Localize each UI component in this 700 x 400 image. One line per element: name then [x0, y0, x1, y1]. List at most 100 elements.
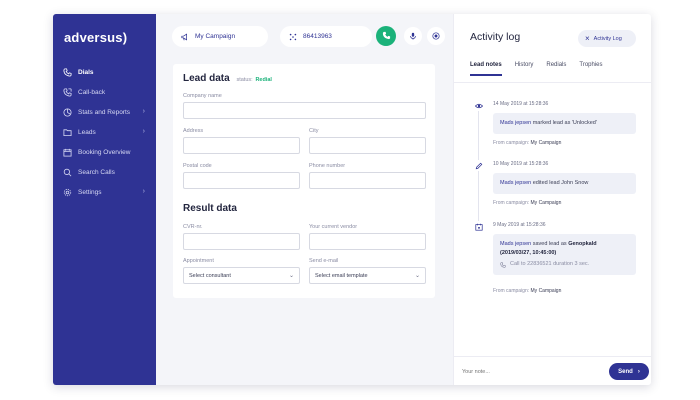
tab-lead-notes[interactable]: Lead notes	[470, 62, 502, 76]
sidebar-item-label: Leads	[78, 128, 96, 136]
lead-card: Lead data status: Redial Company name Ad…	[173, 64, 435, 298]
from-campaign-value: My Campaign	[530, 200, 562, 206]
timeline-entry-campaign: From campaign: My Campaign	[493, 288, 561, 294]
tab-trophies[interactable]: Trophies	[579, 62, 602, 76]
sidebar-item-label: Settings	[78, 188, 102, 196]
sidebar-item-booking-overview[interactable]: Booking Overview	[53, 142, 156, 162]
entry-target: Genopkald	[568, 241, 597, 247]
call-button[interactable]	[376, 26, 396, 46]
sidebar-item-settings[interactable]: Settings ›	[53, 182, 156, 202]
eye-icon	[473, 100, 484, 111]
email-template-select-value: Select email template	[315, 272, 368, 279]
from-campaign-label: From campaign:	[493, 200, 530, 206]
company-name-label: Company name	[183, 93, 222, 99]
phone-icon	[63, 67, 72, 77]
company-name-input[interactable]	[183, 102, 426, 119]
entry-action: saved lead as	[532, 241, 567, 247]
chart-pie-icon	[63, 107, 72, 117]
record-button[interactable]	[427, 27, 445, 45]
sidebar-nav: Dials Call-back Stats and Reports › Lead…	[53, 62, 156, 202]
cvr-label: CVR-nr.	[183, 224, 203, 230]
postal-code-input[interactable]	[183, 172, 300, 189]
record-icon	[432, 27, 440, 45]
sidebar-item-label: Stats and Reports	[78, 108, 131, 116]
phone-icon	[382, 27, 391, 45]
tab-redials[interactable]: Redials	[546, 62, 566, 76]
campaign-selector[interactable]: My Campaign	[172, 26, 268, 47]
send-label: Send	[618, 368, 633, 375]
sidebar-item-label: Search Calls	[78, 168, 115, 176]
close-icon[interactable]: ×	[585, 34, 590, 43]
app-window: adversus) Dials Call-back Stats and Repo…	[53, 14, 651, 385]
address-label: Address	[183, 128, 204, 134]
timeline-entry-time: 9 May 2019 at 15:28:36	[493, 222, 546, 228]
entry-action: marked lead as 'Unlocked'	[532, 120, 597, 126]
email-template-select[interactable]: Select email template ⌄	[309, 267, 426, 284]
entry-user[interactable]: Mads jepsen	[500, 180, 531, 186]
chevron-right-icon: ›	[142, 188, 145, 195]
activity-tabs: Lead notes History Redials Trophies	[470, 62, 616, 76]
note-input[interactable]	[462, 366, 602, 378]
sidebar-item-label: Booking Overview	[78, 148, 131, 156]
cvr-input[interactable]	[183, 233, 300, 250]
timeline-entry-time: 14 May 2019 at 15:28:36	[493, 101, 549, 107]
send-button[interactable]: Send ›	[609, 363, 649, 380]
megaphone-icon	[181, 33, 189, 41]
tab-history[interactable]: History	[515, 62, 534, 76]
phone-number-label: Phone number	[309, 163, 346, 169]
sidebar-item-search-calls[interactable]: Search Calls	[53, 162, 156, 182]
timeline-entry-time: 10 May 2019 at 15:28:36	[493, 161, 549, 167]
phone-callback-icon	[63, 87, 72, 97]
timeline-entry-note: Mads jepsen edited lead John Snow	[493, 173, 636, 194]
sidebar-item-stats-and-reports[interactable]: Stats and Reports ›	[53, 102, 156, 122]
top-bar: My Campaign 86413963	[156, 14, 453, 59]
timeline-entry-campaign: From campaign: My Campaign	[493, 200, 561, 206]
chevron-right-icon: ›	[142, 108, 145, 115]
chevron-down-icon: ⌄	[414, 273, 420, 279]
entry-action: edited lead	[532, 180, 560, 186]
entry-user[interactable]: Mads jepsen	[500, 120, 531, 126]
sidebar-item-leads[interactable]: Leads ›	[53, 122, 156, 142]
appointment-label: Appointment	[183, 258, 214, 264]
consultant-select[interactable]: Select consultant ⌄	[183, 267, 300, 284]
entry-call-line: Call to 22836521 duration 3 sec.	[500, 260, 629, 269]
activity-log-toggle[interactable]: × Activity Log	[578, 30, 636, 47]
timeline-entry-note: Mads jepsen marked lead as 'Unlocked'	[493, 113, 636, 134]
from-campaign-label: From campaign:	[493, 288, 530, 294]
gear-icon	[63, 188, 72, 197]
sidebar-item-label: Dials	[78, 68, 94, 76]
entry-call-text: Call to 22836521 duration 3 sec.	[510, 261, 590, 267]
logo: adversus)	[64, 30, 128, 45]
lead-data-heading: Lead data	[183, 73, 230, 84]
city-input[interactable]	[309, 137, 426, 154]
sidebar-item-call-back[interactable]: Call-back	[53, 82, 156, 102]
sidebar-item-label: Call-back	[78, 88, 106, 96]
timeline-entry-note: Mads jepsen saved lead as Genopkald (201…	[493, 234, 636, 275]
timeline-entry-campaign: From campaign: My Campaign	[493, 140, 561, 146]
postal-code-label: Postal code	[183, 163, 212, 169]
chevron-right-icon: ›	[637, 368, 640, 375]
phone-number-input[interactable]	[309, 172, 426, 189]
entry-user[interactable]: Mads jepsen	[500, 241, 531, 247]
dialpad-icon	[289, 33, 297, 41]
microphone-icon	[409, 27, 417, 45]
phone-number: 86413963	[303, 33, 332, 40]
current-vendor-input[interactable]	[309, 233, 426, 250]
activity-log-chip-label: Activity Log	[593, 35, 622, 42]
phone-number-field[interactable]: 86413963	[280, 26, 372, 47]
entry-detail: (2019/03/27, 10:45:00)	[500, 250, 557, 256]
consultant-select-value: Select consultant	[189, 272, 231, 279]
mute-button[interactable]	[404, 27, 422, 45]
entry-target: John Snow	[561, 180, 589, 186]
status-label: status:	[236, 77, 253, 83]
status-badge: Redial	[255, 77, 272, 83]
from-campaign-label: From campaign:	[493, 140, 530, 146]
send-email-label: Send e-mail	[309, 258, 339, 264]
search-icon	[63, 168, 72, 177]
tabs-divider	[454, 82, 651, 83]
address-input[interactable]	[183, 137, 300, 154]
current-vendor-label: Your current vendor	[309, 224, 358, 230]
activity-panel: Activity log × Activity Log Lead notes H…	[453, 14, 651, 385]
phone-icon	[500, 261, 506, 268]
sidebar-item-dials[interactable]: Dials	[53, 62, 156, 82]
